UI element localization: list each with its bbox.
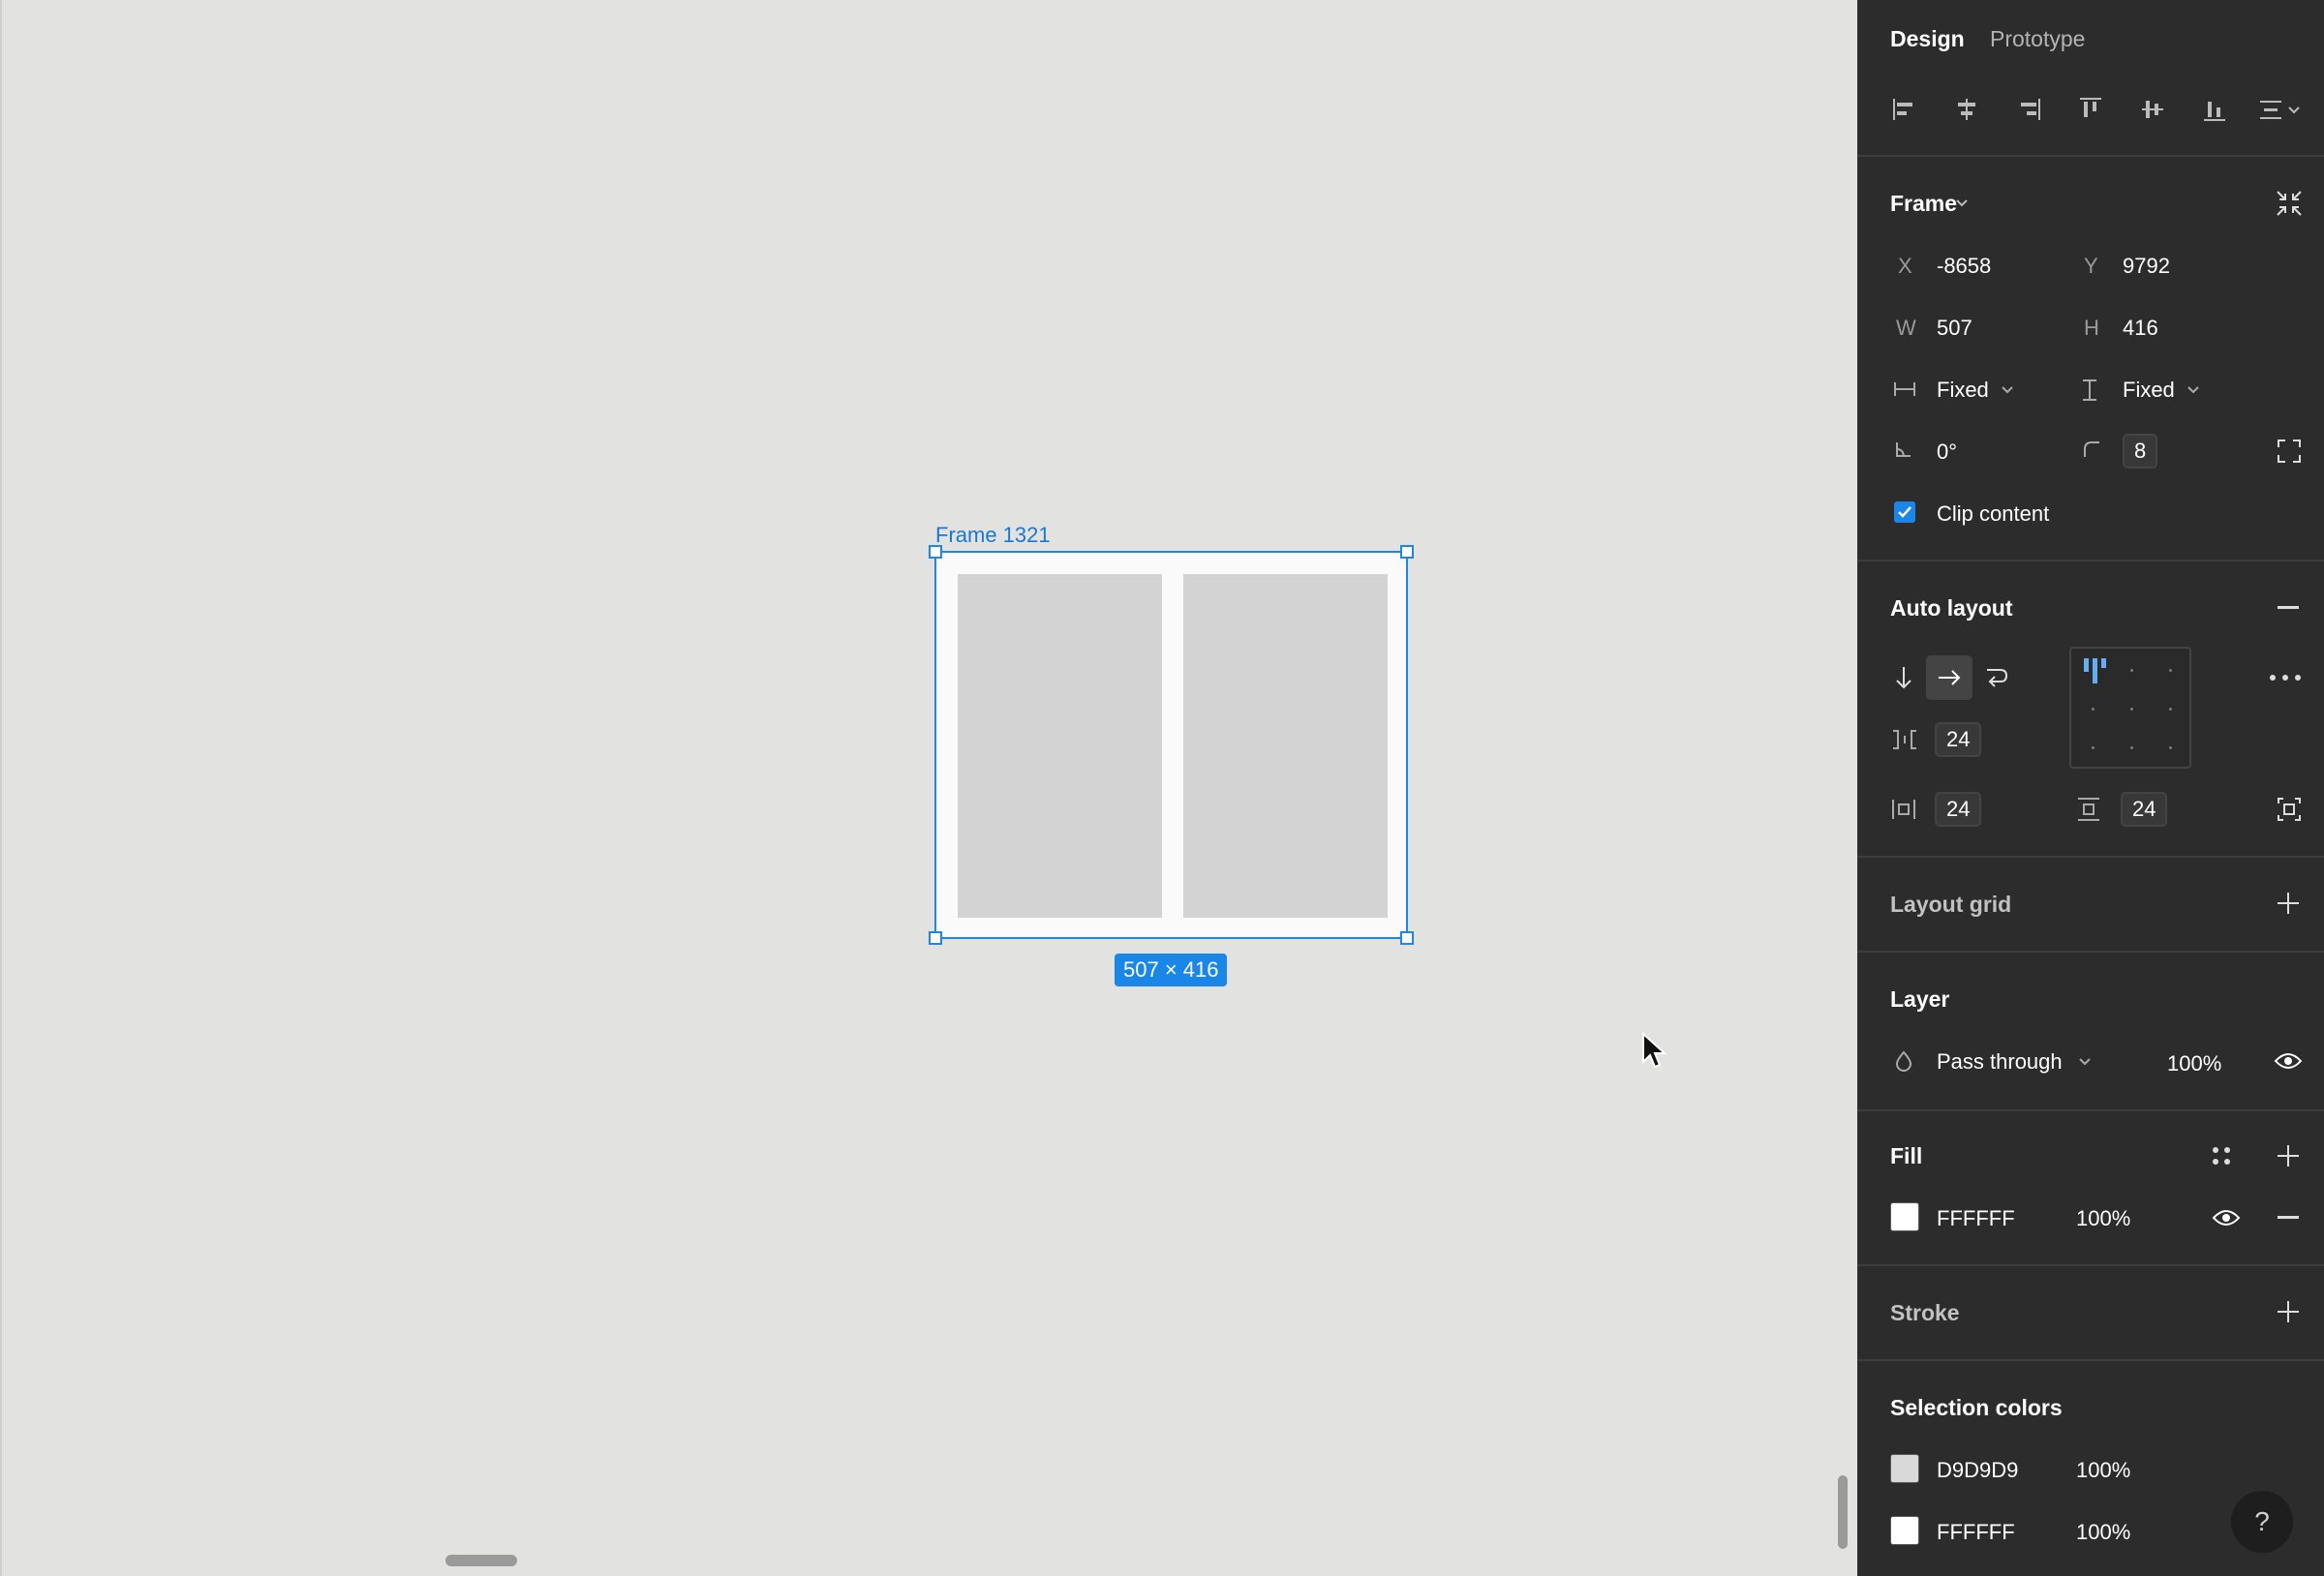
arrow-right-icon	[1936, 666, 1963, 689]
design-panel: Design Prototype Frame X -8658 Y 9792 W …	[1857, 0, 2324, 1576]
horizontal-padding-input[interactable]: 24	[1935, 792, 1982, 827]
remove-fill-icon[interactable]	[2276, 1216, 2301, 1220]
selection-color-opacity[interactable]: 100%	[2076, 1520, 2130, 1545]
canvas[interactable]: Frame 1321 507 × 416	[0, 0, 1857, 1576]
resize-handle-top-right[interactable]	[1400, 545, 1414, 559]
child-rectangle-1[interactable]	[958, 574, 1162, 918]
alignment-indicator-icon	[2081, 656, 2114, 685]
clip-content-label[interactable]: Clip content	[1937, 501, 2049, 527]
individual-padding-icon[interactable]	[2276, 796, 2303, 823]
stroke-title: Stroke	[1890, 1300, 1960, 1325]
blend-mode-select[interactable]: Pass through	[1937, 1049, 2063, 1075]
horizontal-resizing-icon	[1892, 379, 1917, 399]
distribute-menu-icon[interactable]	[2256, 95, 2305, 124]
align-left-icon[interactable]	[1890, 95, 1919, 124]
child-rectangle-2[interactable]	[1183, 574, 1388, 918]
eye-icon[interactable]	[2212, 1208, 2241, 1227]
align-bottom-icon[interactable]	[2200, 95, 2229, 124]
layout-grid-title: Layout grid	[1890, 892, 2012, 917]
horizontal-padding-icon	[1890, 798, 1917, 821]
gap-input[interactable]: 24	[1935, 722, 1982, 757]
wrap-icon[interactable]	[1983, 664, 2010, 691]
horizontal-scrollbar[interactable]	[445, 1555, 517, 1566]
w-label: W	[1896, 316, 1916, 340]
layer-opacity-input[interactable]: 100%	[2167, 1051, 2221, 1076]
rotation-input[interactable]: 0°	[1937, 439, 1957, 465]
align-top-icon[interactable]	[2076, 95, 2105, 124]
frame-section-title[interactable]: Frame	[1890, 190, 1957, 217]
auto-layout-title: Auto layout	[1890, 595, 2013, 621]
check-icon	[1898, 506, 1911, 518]
width-mode-select[interactable]: Fixed	[1937, 378, 1989, 403]
x-label: X	[1898, 254, 1912, 278]
vertical-padding-icon	[2076, 796, 2101, 823]
align-vertical-center-icon[interactable]	[2138, 95, 2167, 124]
selection-color-swatch[interactable]	[1890, 1454, 1919, 1483]
corner-radius-icon	[2082, 439, 2101, 459]
width-input[interactable]: 507	[1937, 316, 1972, 341]
y-input[interactable]: 9792	[2123, 254, 2170, 279]
add-fill-icon[interactable]	[2276, 1143, 2301, 1168]
chevron-down-icon[interactable]	[2001, 383, 2014, 397]
selection-color-hex[interactable]: FFFFFF	[1937, 1520, 2015, 1545]
x-input[interactable]: -8658	[1937, 254, 1991, 279]
direction-horizontal-button[interactable]	[1926, 655, 1972, 700]
direction-vertical-icon[interactable]	[1892, 664, 1915, 691]
fill-title: Fill	[1890, 1143, 1923, 1168]
chevron-down-icon[interactable]	[2078, 1055, 2092, 1069]
more-options-icon[interactable]	[2268, 672, 2303, 683]
vertical-padding-input[interactable]: 24	[2121, 792, 2168, 827]
add-layout-grid-icon[interactable]	[2276, 891, 2301, 916]
independent-corners-icon[interactable]	[2276, 438, 2303, 465]
selection-colors-title: Selection colors	[1890, 1395, 2063, 1420]
corner-radius-input[interactable]: 8	[2123, 434, 2158, 469]
y-label: Y	[2084, 254, 2098, 278]
styles-grid-icon[interactable]	[2210, 1144, 2233, 1167]
selection-color-hex[interactable]: D9D9D9	[1937, 1458, 2018, 1483]
eye-icon[interactable]	[2274, 1051, 2303, 1071]
resize-handle-top-left[interactable]	[929, 545, 942, 559]
vertical-resizing-icon	[2080, 378, 2099, 403]
rotation-icon	[1894, 439, 1913, 459]
layer-title: Layer	[1890, 986, 1950, 1012]
tab-design[interactable]: Design	[1890, 25, 1965, 52]
fill-hex-input[interactable]: FFFFFF	[1937, 1206, 2015, 1231]
frame-section-title-text: Frame	[1890, 191, 1958, 216]
add-stroke-icon[interactable]	[2276, 1299, 2301, 1324]
selection-color-swatch[interactable]	[1890, 1516, 1919, 1545]
frame-name-label[interactable]: Frame 1321	[935, 523, 1051, 548]
h-label: H	[2084, 316, 2099, 340]
gap-icon	[1890, 728, 1919, 751]
fill-opacity-input[interactable]: 100%	[2076, 1206, 2130, 1231]
selection-color-opacity[interactable]: 100%	[2076, 1458, 2130, 1483]
resize-handle-bottom-right[interactable]	[1400, 931, 1414, 945]
alignment-grid[interactable]	[2069, 647, 2191, 769]
remove-auto-layout-icon[interactable]	[2276, 606, 2301, 610]
height-mode-select[interactable]: Fixed	[2123, 378, 2175, 403]
mouse-cursor-icon	[1640, 1031, 1667, 1071]
clip-content-checkbox[interactable]	[1894, 501, 1915, 523]
chevron-down-icon[interactable]	[2186, 383, 2200, 397]
blend-mode-icon	[1894, 1049, 1913, 1073]
fill-color-swatch[interactable]	[1890, 1202, 1919, 1231]
selected-frame[interactable]	[929, 545, 1414, 945]
frame-size-badge: 507 × 416	[1115, 954, 1228, 986]
align-right-icon[interactable]	[2014, 95, 2043, 124]
chevron-down-icon[interactable]	[1954, 196, 1970, 211]
help-button[interactable]: ?	[2231, 1491, 2293, 1553]
tab-prototype[interactable]: Prototype	[1990, 25, 2085, 52]
resize-handle-bottom-left[interactable]	[929, 931, 942, 945]
resize-to-fit-icon[interactable]	[2274, 188, 2305, 219]
vertical-scrollbar[interactable]	[1838, 1475, 1848, 1549]
height-input[interactable]: 416	[2123, 316, 2158, 341]
align-horizontal-center-icon[interactable]	[1952, 95, 1981, 124]
